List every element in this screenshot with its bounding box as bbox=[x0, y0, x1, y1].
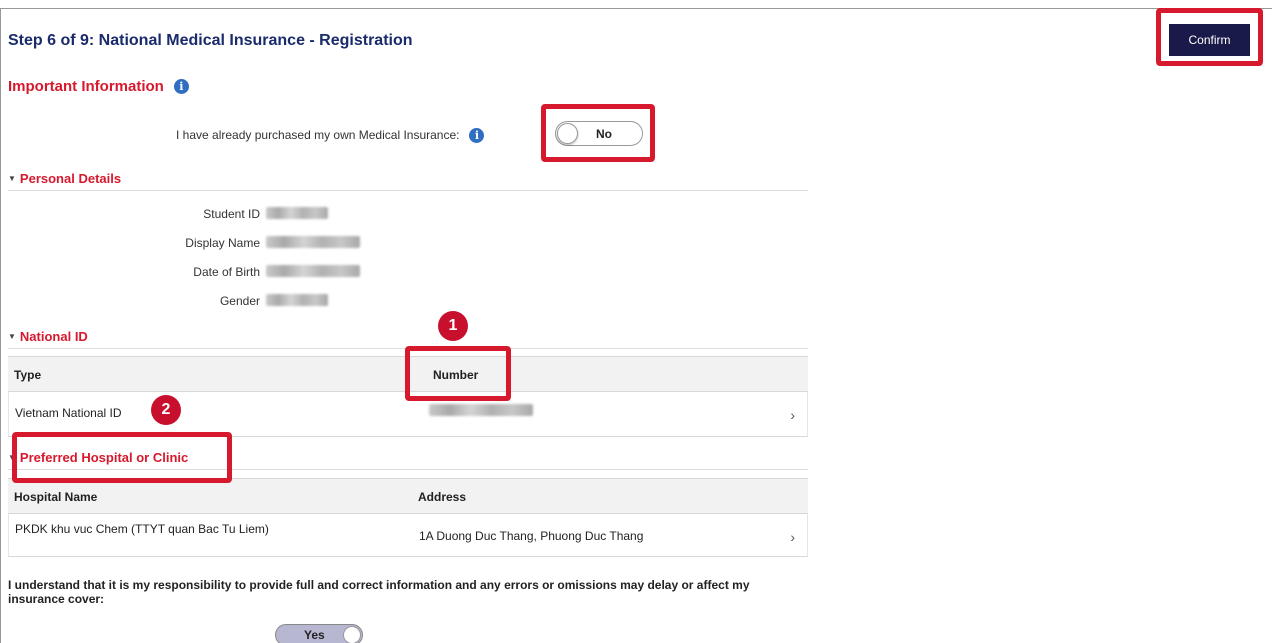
acknowledgement-text: I understand that it is my responsibilit… bbox=[8, 578, 750, 606]
hospital-name: PKDK khu vuc Chem (TTYT quan Bac Tu Liem… bbox=[15, 522, 269, 536]
national-id-number-redacted bbox=[429, 404, 533, 416]
date-of-birth-value-redacted bbox=[266, 265, 360, 277]
highlight-preferred-hospital bbox=[12, 432, 232, 483]
caret-down-icon: ▼ bbox=[8, 174, 16, 183]
toggle-label: Yes bbox=[304, 628, 325, 642]
chevron-right-icon[interactable]: › bbox=[790, 529, 795, 545]
national-id-title: National ID bbox=[19, 329, 88, 344]
caret-down-icon: ▼ bbox=[8, 332, 16, 341]
student-id-label: Student ID bbox=[203, 207, 260, 221]
personal-details-section[interactable]: ▼ Personal Details bbox=[8, 171, 121, 186]
display-name-value-redacted bbox=[266, 236, 360, 248]
column-header-type: Type bbox=[14, 368, 42, 382]
section-divider bbox=[8, 190, 808, 191]
gender-label: Gender bbox=[219, 294, 260, 308]
chevron-right-icon[interactable]: › bbox=[790, 407, 795, 423]
purchased-insurance-row: I have already purchased my own Medical … bbox=[176, 124, 485, 146]
date-of-birth-label: Date of Birth bbox=[193, 265, 260, 279]
hospital-address: 1A Duong Duc Thang, Phuong Duc Thang bbox=[419, 529, 644, 543]
student-id-value-redacted bbox=[266, 207, 328, 219]
personal-details-title: Personal Details bbox=[19, 171, 122, 186]
hospital-row[interactable]: PKDK khu vuc Chem (TTYT quan Bac Tu Liem… bbox=[8, 514, 808, 557]
acknowledgement-toggle[interactable]: Yes bbox=[275, 624, 363, 643]
annotation-badge-2: 2 bbox=[151, 395, 181, 425]
highlight-confirm bbox=[1156, 8, 1263, 66]
column-header-address: Address bbox=[418, 490, 467, 504]
important-information-heading: Important Information i bbox=[8, 78, 189, 95]
highlight-purchased-toggle bbox=[541, 104, 655, 162]
toggle-knob bbox=[343, 626, 361, 643]
info-icon[interactable]: i bbox=[173, 79, 189, 94]
annotation-badge-1: 1 bbox=[438, 311, 468, 341]
frame-left-border bbox=[0, 8, 1, 643]
important-information-label: Important Information bbox=[8, 78, 164, 95]
page-title: Step 6 of 9: National Medical Insurance … bbox=[8, 32, 413, 49]
column-header-hospital-name: Hospital Name bbox=[14, 490, 98, 504]
display-name-label: Display Name bbox=[185, 236, 260, 250]
highlight-number-column bbox=[405, 346, 511, 401]
national-id-type: Vietnam National ID bbox=[15, 406, 122, 420]
frame-top-border bbox=[0, 8, 1272, 9]
gender-value-redacted bbox=[266, 294, 328, 306]
purchased-info-icon[interactable]: i bbox=[469, 127, 485, 143]
purchased-insurance-label: I have already purchased my own Medical … bbox=[176, 128, 460, 142]
national-id-section[interactable]: ▼ National ID bbox=[8, 329, 88, 344]
hospital-table-header: Hospital Name Address bbox=[8, 478, 808, 514]
